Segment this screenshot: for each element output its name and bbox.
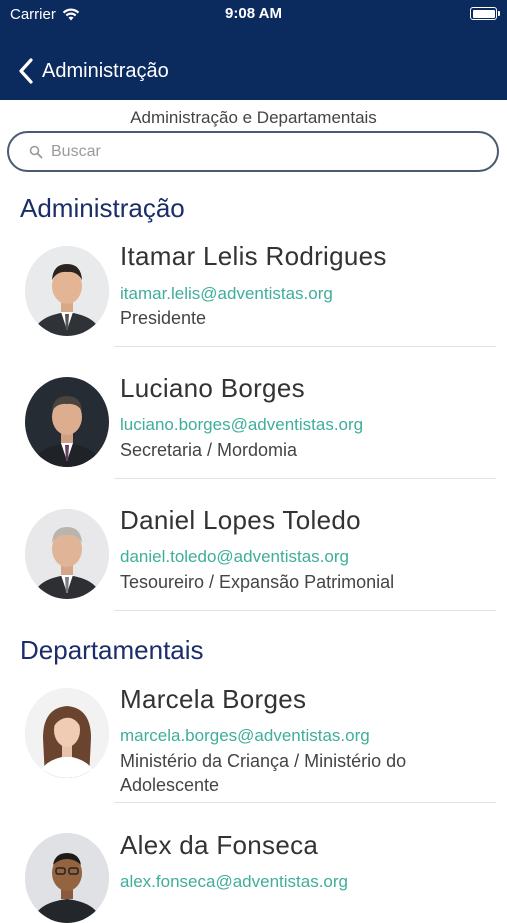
person-email[interactable]: luciano.borges@adventistas.org bbox=[120, 415, 363, 435]
person-email[interactable]: marcela.borges@adventistas.org bbox=[120, 726, 370, 746]
person-email[interactable]: daniel.toledo@adventistas.org bbox=[120, 547, 349, 567]
avatar bbox=[25, 246, 109, 336]
person-name: Daniel Lopes Toledo bbox=[120, 505, 361, 535]
person-name: Luciano Borges bbox=[120, 373, 305, 403]
status-bar: Carrier 9:08 AM bbox=[0, 0, 507, 30]
person-email[interactable]: alex.fonseca@adventistas.org bbox=[120, 872, 348, 892]
person-name: Itamar Lelis Rodrigues bbox=[120, 241, 387, 271]
section-title-administracao: Administração bbox=[20, 193, 185, 223]
section-title-departamentais: Departamentais bbox=[20, 635, 204, 665]
person-role: Presidente bbox=[120, 308, 207, 328]
avatar bbox=[25, 377, 109, 467]
search-icon bbox=[29, 145, 43, 158]
person-role: Ministério da Criança / Ministério do Ad… bbox=[120, 751, 407, 795]
avatar bbox=[25, 688, 109, 778]
search-bar[interactable] bbox=[7, 131, 499, 172]
avatar bbox=[25, 833, 109, 923]
person-role: Secretaria / Mordomia bbox=[120, 440, 298, 460]
status-time: 9:08 AM bbox=[225, 5, 282, 22]
avatar bbox=[25, 509, 109, 599]
divider bbox=[114, 802, 496, 803]
chevron-left-icon bbox=[19, 58, 33, 84]
page-subtitle: Administração e Departamentais bbox=[130, 108, 377, 127]
battery-icon bbox=[470, 7, 500, 20]
back-button[interactable]: Administração bbox=[18, 58, 169, 84]
divider bbox=[114, 610, 496, 611]
person-name: Marcela Borges bbox=[120, 684, 307, 714]
divider bbox=[114, 346, 496, 347]
person-email[interactable]: itamar.lelis@adventistas.org bbox=[120, 284, 333, 304]
divider bbox=[114, 478, 496, 479]
person-name: Alex da Fonseca bbox=[120, 830, 319, 860]
person-role: Tesoureiro / Expansão Patrimonial bbox=[120, 572, 395, 592]
search-input[interactable] bbox=[51, 142, 471, 161]
back-button-label: Administração bbox=[42, 59, 169, 82]
navigation-bar: Carrier 9:08 AM Administração bbox=[0, 0, 507, 100]
